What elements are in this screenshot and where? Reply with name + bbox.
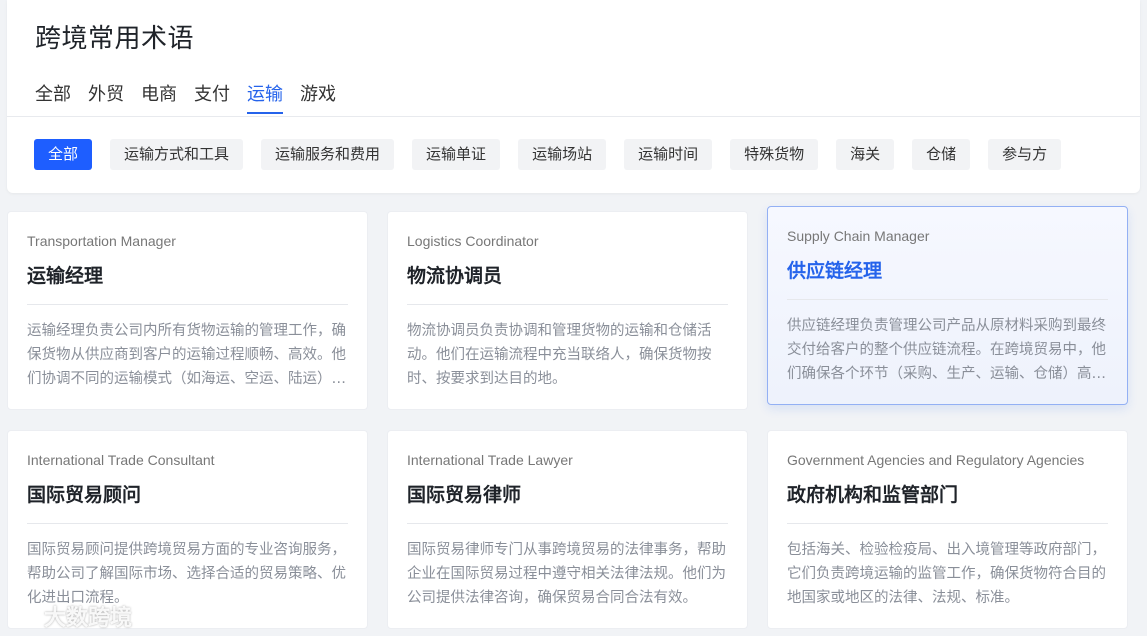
term-card[interactable]: Transportation Manager 运输经理 运输经理负责公司内所有货…: [7, 211, 368, 410]
term-english: International Trade Consultant: [27, 452, 215, 468]
term-chinese: 物流协调员: [407, 265, 503, 287]
tab-gaming[interactable]: 游戏: [300, 80, 336, 114]
term-english: Transportation Manager: [27, 233, 176, 249]
page-title: 跨境常用术语: [35, 24, 195, 54]
term-chinese: 运输经理: [27, 265, 104, 287]
tab-ecommerce[interactable]: 电商: [141, 80, 177, 114]
filter-chip-participants[interactable]: 参与方: [988, 139, 1062, 170]
card-divider: [27, 523, 348, 524]
term-card[interactable]: International Trade Lawyer 国际贸易律师 国际贸易律师…: [387, 430, 748, 629]
term-chinese: 政府机构和监管部门: [787, 484, 959, 506]
term-english: International Trade Lawyer: [407, 452, 573, 468]
card-divider: [787, 299, 1108, 300]
term-card-grid: Transportation Manager 运输经理 运输经理负责公司内所有货…: [7, 206, 1128, 629]
tab-foreign-trade[interactable]: 外贸: [88, 80, 124, 114]
term-card-hovered[interactable]: Supply Chain Manager 供应链经理 供应链经理负责管理公司产品…: [767, 206, 1128, 405]
term-description: 国际贸易律师专门从事跨境贸易的法律事务，帮助企业在国际贸易过程中遵守相关法律法规…: [407, 542, 726, 606]
term-chinese: 国际贸易律师: [407, 484, 522, 506]
filter-chip-time[interactable]: 运输时间: [624, 139, 713, 170]
term-chinese: 国际贸易顾问: [27, 484, 142, 506]
filter-chip-services-and-fees[interactable]: 运输服务和费用: [261, 139, 395, 170]
term-description: 供应链经理负责管理公司产品从原材料采购到最终交付给客户的整个供应链流程。在跨境贸…: [787, 318, 1106, 382]
term-english: Logistics Coordinator: [407, 233, 539, 249]
watermark-logo-icon: [8, 607, 37, 625]
filter-chip-all[interactable]: 全部: [34, 139, 93, 170]
term-description: 物流协调员负责协调和管理货物的运输和仓储活动。他们在运输流程中充当联络人，确保货…: [407, 323, 712, 387]
tab-payment[interactable]: 支付: [194, 80, 230, 114]
filter-chip-stations[interactable]: 运输场站: [518, 139, 607, 170]
tabs-divider: [7, 116, 1140, 117]
tab-transport[interactable]: 运输: [247, 80, 283, 114]
watermark: 大数跨境: [8, 600, 132, 632]
term-chinese: 供应链经理: [787, 260, 883, 282]
header-panel: 跨境常用术语 全部 外贸 电商 支付 运输 游戏 全部 运输方式和工具 运输服务…: [7, 0, 1140, 193]
term-english: Supply Chain Manager: [787, 228, 930, 244]
term-card[interactable]: Logistics Coordinator 物流协调员 物流协调员负责协调和管理…: [387, 211, 748, 410]
card-divider: [787, 523, 1108, 524]
filter-chip-modes-and-tools[interactable]: 运输方式和工具: [110, 139, 244, 170]
filter-chip-special-cargo[interactable]: 特殊货物: [730, 139, 819, 170]
filter-chip-customs[interactable]: 海关: [836, 139, 895, 170]
tab-all[interactable]: 全部: [35, 80, 71, 114]
filter-chip-documents[interactable]: 运输单证: [412, 139, 501, 170]
category-tabs: 全部 外贸 电商 支付 运输 游戏: [35, 80, 353, 114]
watermark-text: 大数跨境: [44, 606, 133, 631]
filter-chips: 全部 运输方式和工具 运输服务和费用 运输单证 运输场站 运输时间 特殊货物 海…: [34, 139, 1079, 170]
term-english: Government Agencies and Regulatory Agenc…: [787, 452, 1085, 468]
card-divider: [407, 523, 728, 524]
card-divider: [27, 304, 348, 305]
term-card[interactable]: Government Agencies and Regulatory Agenc…: [767, 430, 1128, 629]
term-description: 包括海关、检验检疫局、出入境管理等政府部门，它们负责跨境运输的监管工作，确保货物…: [787, 542, 1106, 606]
filter-chip-warehousing[interactable]: 仓储: [912, 139, 971, 170]
card-divider: [407, 304, 728, 305]
term-description: 运输经理负责公司内所有货物运输的管理工作，确保货物从供应商到客户的运输过程顺畅、…: [27, 323, 346, 387]
